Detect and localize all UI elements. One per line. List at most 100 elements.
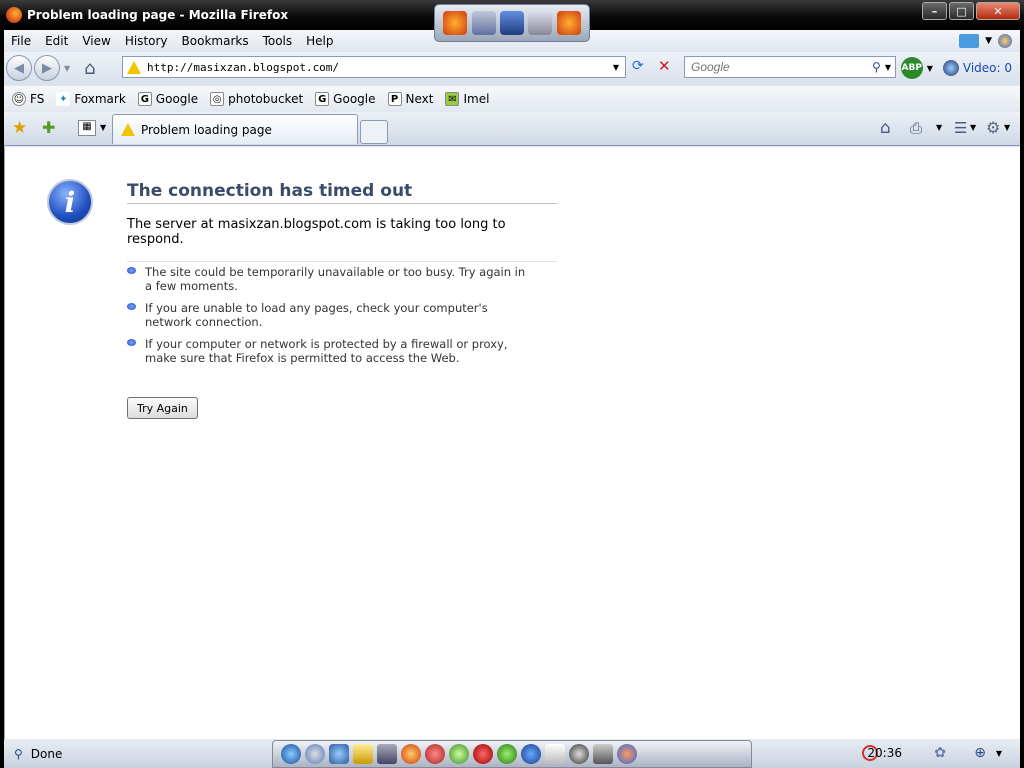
firefox-icon[interactable]	[443, 11, 468, 35]
bookmark-fs[interactable]: ☺ FS	[12, 92, 44, 106]
zoom-icon[interactable]: ⊕	[974, 745, 986, 761]
status-bar: ⚲ Done 20:36 ✿ ⊕ ▼	[4, 739, 1020, 768]
photobucket-icon: ◎	[210, 92, 225, 106]
door-icon[interactable]	[528, 11, 553, 35]
media-icon[interactable]	[959, 34, 980, 48]
menu-edit[interactable]: Edit	[38, 34, 75, 48]
navbar-right: ABP ▼ Video: 0	[900, 57, 1018, 79]
list-item: If your computer or network is protected…	[127, 337, 527, 365]
forward-button[interactable]: ▶	[34, 55, 60, 81]
folder-icon[interactable]	[353, 744, 373, 764]
finder-icon[interactable]	[329, 744, 349, 764]
firefox-icon[interactable]	[556, 11, 581, 35]
abp-button[interactable]: ABP	[900, 57, 923, 79]
trash-icon[interactable]	[593, 744, 613, 764]
chevron-down-icon[interactable]: ▼	[885, 63, 891, 72]
widgets-icon[interactable]	[617, 744, 637, 764]
new-tab-button[interactable]	[360, 120, 388, 144]
search-icon[interactable]: ⚲	[872, 60, 881, 74]
back-button[interactable]: ◀	[6, 55, 32, 81]
bottom-dock	[272, 740, 752, 768]
chevron-down-icon[interactable]: ▼	[1004, 123, 1010, 132]
home-icon[interactable]: ⌂	[84, 58, 95, 79]
warning-icon	[127, 60, 141, 74]
chevron-down-icon[interactable]: ▼	[927, 64, 933, 73]
minimize-button[interactable]: –	[922, 2, 947, 20]
print-icon[interactable]: ⎙	[910, 119, 922, 137]
home-icon[interactable]: ⌂	[880, 118, 891, 138]
tool-icon[interactable]	[471, 11, 496, 35]
list-item: The site could be temporarily unavailabl…	[127, 265, 527, 293]
tools-icon[interactable]	[425, 744, 445, 764]
clock-time: 20:36	[867, 746, 902, 760]
smiley-icon: ☺	[12, 92, 26, 106]
chevron-down-icon[interactable]: ▼	[613, 63, 619, 72]
maximize-button[interactable]: □	[949, 2, 974, 20]
page-icon[interactable]: ☰	[954, 119, 967, 137]
search-input[interactable]	[691, 60, 861, 74]
error-description: The server at masixzan.blogspot.com is t…	[127, 217, 557, 262]
suggestion-list: The site could be temporarily unavailabl…	[127, 265, 527, 373]
chevron-down-icon[interactable]: ▼	[64, 64, 70, 73]
google-icon: G	[315, 92, 330, 106]
page-content: i The connection has timed out The serve…	[4, 147, 1020, 739]
foxmark-icon: ✦	[56, 92, 71, 106]
editor-icon[interactable]	[377, 744, 397, 764]
tab-grid-icon[interactable]: ▦	[78, 120, 96, 136]
bookmark-photobucket[interactable]: ◎ photobucket	[210, 92, 303, 106]
bookmark-google-2[interactable]: G Google	[315, 92, 376, 106]
firefox-icon	[6, 7, 22, 23]
tab-bar: ★ ✚ ▦ ▼ Problem loading page ⌂ ⎙ ▼ ☰ ▼ ⚙…	[4, 112, 1020, 146]
window-title: Problem loading page - Mozilla Firefox	[27, 8, 289, 22]
google-icon: G	[137, 92, 152, 106]
add-bookmark-icon[interactable]: ✚	[42, 118, 55, 137]
music-icon[interactable]	[449, 744, 469, 764]
bookmarks-toolbar: ☺ FS ✦ Foxmark G Google ◎ photobucket G Googl…	[4, 86, 1020, 112]
stop-icon[interactable]: ✕	[658, 57, 671, 75]
chevron-down-icon[interactable]: ▼	[100, 123, 106, 132]
menu-bookmarks[interactable]: Bookmarks	[175, 34, 256, 48]
next-icon: P	[387, 92, 402, 106]
chevron-down-icon[interactable]: ▼	[936, 123, 942, 132]
browser-window: File Edit View History Bookmarks Tools H…	[4, 30, 1020, 768]
bookmark-next[interactable]: P Next	[387, 92, 433, 106]
search-bar[interactable]: ⚲ ▼	[684, 56, 896, 78]
try-again-button[interactable]: Try Again	[127, 397, 198, 419]
bookmark-google-1[interactable]: G Google	[137, 92, 198, 106]
chevron-down-icon[interactable]: ▼	[970, 123, 976, 132]
start-orb-icon[interactable]	[281, 744, 301, 764]
firefox-icon[interactable]	[401, 744, 421, 764]
dreamweaver-icon[interactable]	[497, 744, 517, 764]
bookmark-imel[interactable]: ✉ Imel	[445, 92, 489, 106]
menu-help[interactable]: Help	[299, 34, 340, 48]
top-dock	[434, 4, 590, 42]
status-text: Done	[30, 746, 63, 761]
gear-icon[interactable]: ⚙	[986, 118, 1000, 137]
flash-icon[interactable]	[473, 744, 493, 764]
chevron-down-icon[interactable]: ▼	[985, 36, 992, 46]
apple-icon[interactable]	[305, 744, 325, 764]
network-icon[interactable]	[499, 11, 524, 35]
globe-icon[interactable]	[942, 60, 959, 76]
bookmark-foxmark[interactable]: ✦ Foxmark	[56, 92, 126, 106]
menu-view[interactable]: View	[75, 34, 117, 48]
menu-file[interactable]: File	[4, 34, 38, 48]
reload-icon[interactable]: ⟳	[632, 58, 644, 74]
star-icon[interactable]: ★	[12, 118, 27, 138]
calendar-icon[interactable]	[545, 744, 565, 764]
list-item: If you are unable to load any pages, che…	[127, 301, 527, 329]
photoshop-icon[interactable]	[521, 744, 541, 764]
pen-icon[interactable]	[569, 744, 589, 764]
url-bar[interactable]: ▼	[122, 56, 626, 78]
video-counter[interactable]: Video: 0	[963, 61, 1012, 75]
throbber-icon	[998, 34, 1012, 48]
chevron-down-icon[interactable]: ▼	[996, 749, 1002, 758]
menu-tools[interactable]: Tools	[256, 34, 300, 48]
menu-history[interactable]: History	[118, 34, 175, 48]
addon-icon[interactable]: ✿	[934, 745, 946, 761]
tab-problem-loading[interactable]: Problem loading page	[112, 114, 358, 144]
close-button[interactable]: ✕	[976, 2, 1020, 20]
search-icon: ⚲	[14, 746, 23, 761]
mail-icon: ✉	[445, 92, 460, 106]
url-input[interactable]	[147, 60, 587, 74]
